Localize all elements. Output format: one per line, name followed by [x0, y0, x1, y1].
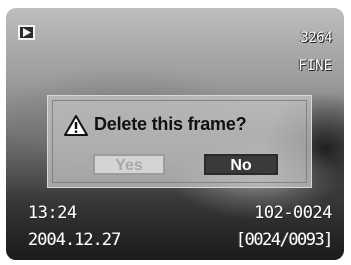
yes-button[interactable]: Yes	[93, 154, 165, 175]
frame-counter: [0024/0093]	[235, 230, 334, 250]
playback-icon	[18, 25, 35, 40]
delete-confirm-dialog: Delete this frame? Yes No	[47, 95, 312, 188]
image-quality-indicator: FINE	[298, 58, 332, 74]
capture-time: 13:24	[28, 203, 77, 223]
camera-lcd-screen: 3264 FINE Delete this frame? Yes No 13:2…	[6, 8, 344, 260]
dialog-message: Delete this frame?	[94, 114, 247, 134]
capture-date: 2004.12.27	[28, 230, 121, 250]
warning-icon	[64, 115, 88, 141]
no-button[interactable]: No	[204, 154, 278, 175]
file-number: 102-0024	[254, 203, 332, 223]
frames-remaining: 3264	[300, 30, 332, 46]
